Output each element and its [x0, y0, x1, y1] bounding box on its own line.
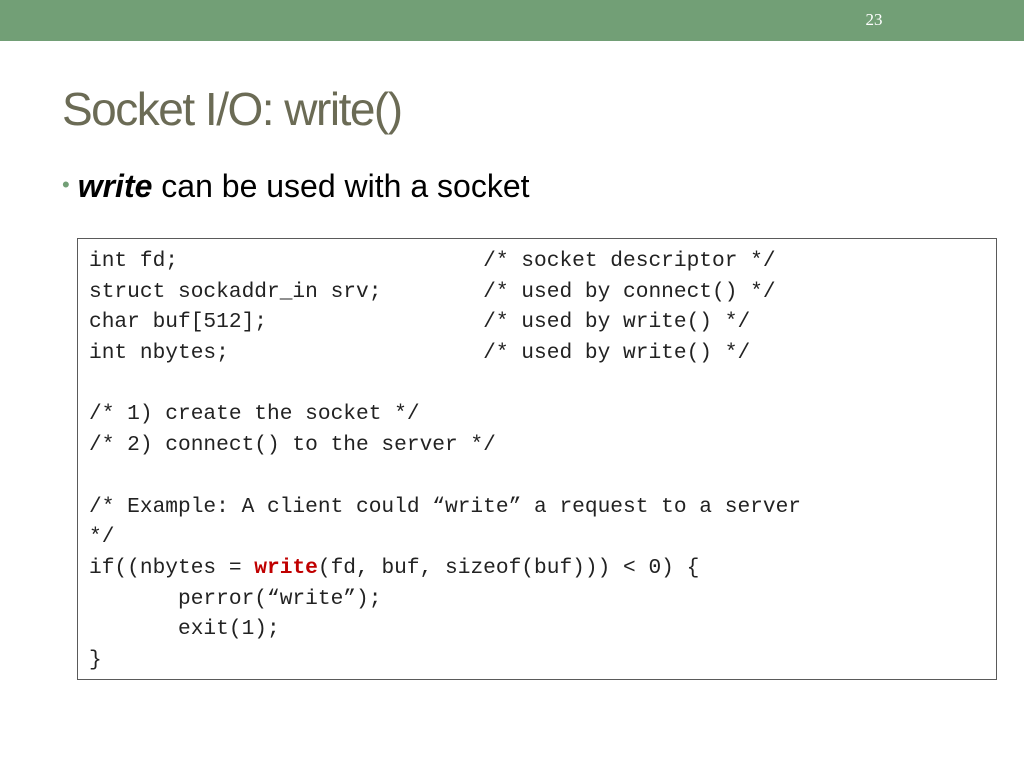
slide: 23 Socket I/O: write() • write can be use…: [0, 0, 1024, 768]
code-line: char buf[512]; /* used by write() */: [89, 310, 751, 335]
code-line: int nbytes; /* used by write() */: [89, 341, 751, 366]
code-line: /* Example: A client could “write” a req…: [89, 494, 802, 519]
bullet-dot-icon: •: [62, 172, 70, 197]
top-bar: 23: [0, 0, 1024, 41]
code-line: /* 1) create the socket */: [89, 402, 420, 427]
code-line-write-call: if((nbytes = write(fd, buf, sizeof(buf))…: [89, 553, 996, 584]
code-line: */: [89, 525, 115, 550]
write-keyword: write: [254, 555, 318, 580]
code-line: int fd; /* socket descriptor */: [89, 249, 776, 273]
bullet-point: • write can be used with a socket: [62, 168, 530, 205]
code-text: if((nbytes =: [89, 555, 255, 580]
bullet-keyword: write: [77, 168, 153, 204]
code-block: int fd; /* socket descriptor */ struct s…: [77, 238, 997, 680]
code-line: exit(1);: [89, 617, 280, 642]
code-text: (fd, buf, sizeof(buf))) < 0) {: [317, 555, 700, 580]
code-line: /* 2) connect() to the server */: [89, 433, 496, 458]
bullet-text: can be used with a socket: [152, 168, 530, 204]
code-line: }: [89, 647, 102, 672]
code-line: perror(“write”);: [89, 586, 382, 611]
slide-number: 23: [865, 10, 883, 29]
code-line: struct sockaddr_in srv; /* used by conne…: [89, 279, 776, 304]
slide-title: Socket I/O: write(): [62, 83, 403, 135]
